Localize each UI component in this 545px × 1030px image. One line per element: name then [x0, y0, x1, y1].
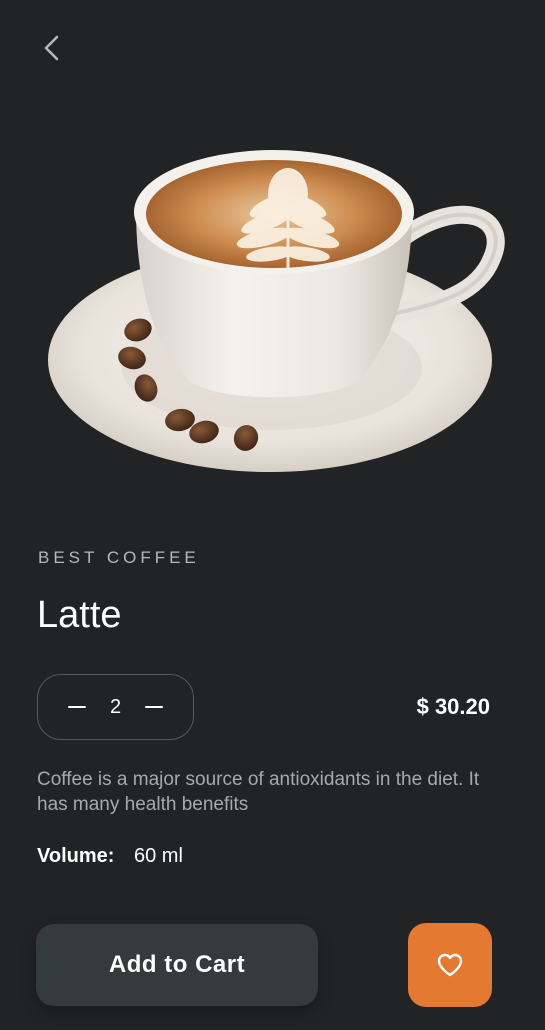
volume-value: 60 ml — [133, 845, 183, 867]
volume-label: Volume: — [37, 845, 115, 867]
minus-icon — [145, 705, 163, 709]
increase-quantity-button[interactable] — [143, 696, 165, 718]
heart-icon — [437, 953, 463, 977]
add-to-cart-button[interactable]: Add to Cart — [36, 924, 318, 1006]
minus-icon — [68, 705, 86, 709]
product-name: Latte — [37, 594, 122, 636]
product-description: Coffee is a major source of antioxidants… — [37, 769, 480, 815]
favorite-button[interactable] — [408, 923, 492, 1007]
quantity-stepper: 2 — [37, 674, 194, 740]
product-image — [40, 118, 510, 488]
product-detail-screen: BEST COFFEE Latte 2 $ 30.20 Coffee is a … — [0, 0, 545, 1030]
product-category: BEST COFFEE — [38, 548, 200, 567]
back-button[interactable] — [32, 28, 72, 68]
volume-info: Volume: 60 ml — [37, 845, 183, 868]
chevron-left-icon — [44, 35, 59, 61]
quantity-value: 2 — [109, 695, 122, 718]
decrease-quantity-button[interactable] — [66, 696, 88, 718]
product-price: $ 30.20 — [416, 694, 490, 719]
